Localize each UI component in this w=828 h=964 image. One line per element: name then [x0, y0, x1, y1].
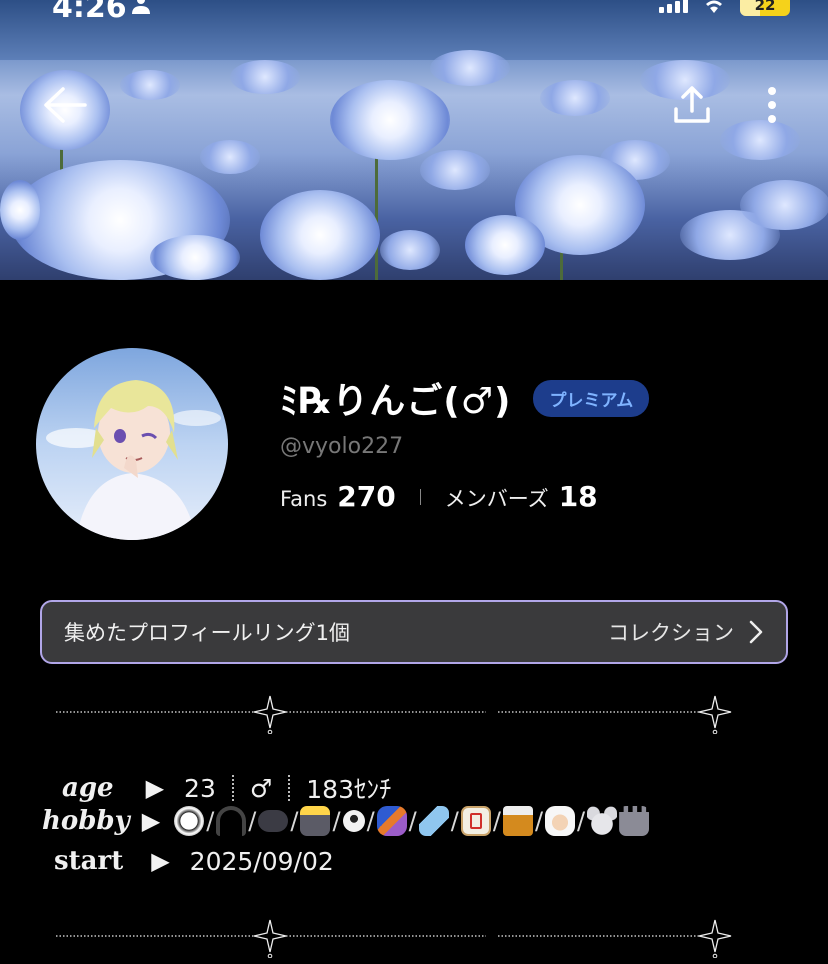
bio-separator [231, 775, 234, 801]
decorative-divider [44, 695, 732, 734]
gender-value: ♂ [249, 773, 273, 803]
premium-badge: プレミアム [533, 379, 650, 417]
person-icon [132, 0, 150, 14]
game-controller-icon [258, 810, 289, 832]
mahjong-tile-icon [460, 806, 491, 836]
collection-link: コレクション [608, 621, 734, 645]
whisky-glass-icon [502, 806, 533, 836]
share-button[interactable] [668, 82, 716, 128]
header-banner-image: 4:26 22 [0, 0, 828, 280]
bio-start-row: start ▶ 2025/09/02 [54, 846, 334, 876]
airplane-icon [418, 806, 449, 836]
status-time: 4:26 [52, 0, 127, 25]
fans-count[interactable]: 270 [337, 480, 395, 513]
profile-name-row: ﾐ℞りんご(♂) プレミアム [280, 372, 650, 424]
play-arrow-icon: ▶ [141, 807, 161, 835]
status-icons: 22 [659, 0, 790, 16]
bride-icon [545, 806, 576, 836]
castle-icon [619, 806, 650, 836]
cellular-signal-icon [659, 0, 688, 13]
play-arrow-icon: ▶ [145, 774, 165, 802]
height-value: 183ｾﾝﾁ [306, 775, 392, 804]
age-label: age [62, 773, 114, 803]
more-options-button[interactable] [756, 82, 788, 128]
play-arrow-icon: ▶ [151, 847, 170, 875]
mouse-face-icon [587, 806, 618, 836]
age-value: 23 [184, 773, 216, 803]
hobby-icons: / / / / / / / / / / [174, 806, 650, 836]
more-vertical-icon [768, 87, 776, 123]
avatar[interactable] [36, 348, 228, 540]
start-date-value: 2025/09/02 [189, 846, 334, 876]
fans-label: Fans [280, 487, 328, 511]
bio-hobby-row: hobby ▶ / / / / / / / / / / [42, 806, 650, 836]
back-arrow-icon [44, 87, 87, 123]
decorative-divider [44, 919, 732, 958]
battery-indicator: 22 [740, 0, 790, 16]
collection-label: 集めたプロフィールリング1個 [64, 621, 350, 645]
hobby-label: hobby [42, 806, 130, 836]
start-label: start [54, 846, 124, 876]
members-label: メンバーズ [444, 487, 549, 511]
avatar-illustration [46, 380, 221, 540]
profile-name: ﾐ℞りんご(♂) [280, 381, 512, 422]
stats-divider [419, 488, 421, 505]
profile-stats: Fans 270 メンバーズ 18 [280, 480, 598, 513]
share-icon [674, 86, 710, 123]
bio-separator [288, 775, 291, 801]
profile-handle: @vyolo227 [280, 434, 404, 459]
chevron-right-icon [749, 620, 763, 644]
profile-ring-collection-button[interactable]: 集めたプロフィールリング1個 コレクション [40, 600, 788, 664]
soccer-ball-icon [174, 806, 205, 836]
headphones-icon [216, 806, 247, 836]
members-count[interactable]: 18 [559, 480, 598, 513]
wifi-icon [706, 0, 722, 13]
back-button[interactable] [38, 82, 90, 128]
camera-flash-icon [300, 806, 331, 836]
sunglasses-face-icon [342, 810, 365, 832]
bio-age-row: age ▶ 23 ♂ 183ｾﾝﾁ [62, 770, 392, 806]
snowboarder-icon [376, 806, 407, 836]
